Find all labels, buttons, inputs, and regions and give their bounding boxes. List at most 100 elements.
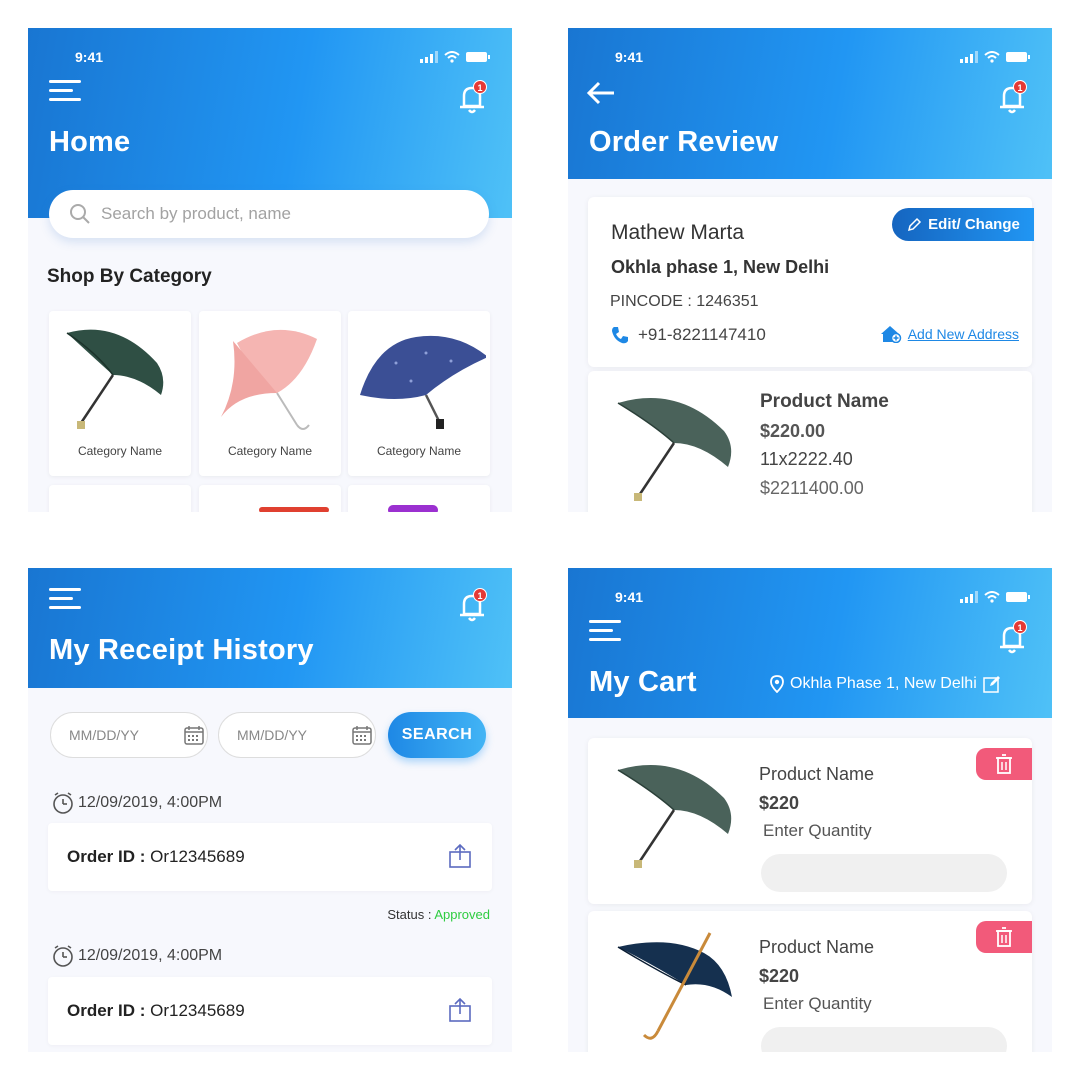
notification-bell-icon[interactable]: 1 bbox=[454, 588, 490, 624]
location-pin-icon bbox=[770, 675, 784, 693]
category-card[interactable] bbox=[348, 485, 490, 512]
page-title: Home bbox=[49, 126, 131, 158]
share-icon[interactable] bbox=[448, 997, 472, 1023]
address-line: Okhla phase 1, New Delhi bbox=[611, 257, 830, 277]
edit-change-label: Edit/ Change bbox=[928, 216, 1020, 233]
delete-item-button[interactable] bbox=[976, 748, 1032, 780]
order-id-row: Order ID : Or12345689 bbox=[67, 847, 245, 867]
edit-location-icon[interactable] bbox=[983, 675, 1001, 693]
notification-bell-icon[interactable]: 1 bbox=[994, 620, 1030, 656]
search-input[interactable] bbox=[101, 204, 461, 224]
share-icon[interactable] bbox=[448, 843, 472, 869]
product-price: $220.00 bbox=[760, 421, 826, 441]
clock-icon bbox=[53, 945, 73, 967]
notification-bell-icon[interactable]: 1 bbox=[994, 80, 1030, 116]
category-label: Category Name bbox=[227, 444, 313, 458]
category-image-partial bbox=[388, 505, 438, 512]
home-screen: 9:41 1 Home Shop By Category Category Na… bbox=[28, 28, 512, 512]
umbrella-product-image bbox=[617, 397, 732, 501]
delivery-location[interactable]: Okhla Phase 1, New Delhi bbox=[770, 675, 1001, 693]
dark-green-umbrella-icon bbox=[66, 329, 164, 429]
notification-bell-icon[interactable]: 1 bbox=[454, 80, 490, 116]
product-price: $220 bbox=[759, 793, 800, 813]
order-id-label: Order ID : bbox=[67, 847, 146, 866]
receipt-datetime: 12/09/2019, 4:00PM bbox=[52, 792, 222, 814]
order-id-label: Order ID : bbox=[67, 1001, 146, 1020]
location-text: Okhla Phase 1, New Delhi bbox=[790, 675, 977, 692]
receipt-card[interactable]: Order ID : Or12345689 bbox=[48, 823, 492, 891]
home-add-icon bbox=[880, 326, 901, 343]
battery-icon bbox=[1006, 592, 1030, 602]
receipt-history-screen: 1 My Receipt History SEARCH 12/09/2019, … bbox=[28, 568, 512, 1052]
quantity-input[interactable] bbox=[761, 854, 1007, 892]
delete-item-button[interactable] bbox=[976, 921, 1032, 953]
pencil-icon bbox=[908, 217, 922, 231]
notification-badge: 1 bbox=[473, 80, 487, 94]
phone-icon bbox=[612, 327, 628, 344]
trash-icon bbox=[996, 927, 1012, 947]
wifi-icon bbox=[984, 591, 1000, 603]
receipt-datetime-text: 12/09/2019, 4:00PM bbox=[78, 947, 223, 964]
menu-icon[interactable] bbox=[49, 80, 81, 106]
phone-number: +91-8221147410 bbox=[638, 325, 766, 344]
search-button[interactable]: SEARCH bbox=[388, 712, 486, 758]
status-icons bbox=[420, 51, 490, 63]
address-card: Edit/ Change Mathew Marta Okhla phase 1,… bbox=[588, 197, 1034, 367]
product-card: Product Name $220.00 11x2222.40 $2211400… bbox=[588, 371, 1032, 512]
from-date-input[interactable] bbox=[69, 727, 174, 743]
add-new-address-link[interactable]: Add New Address bbox=[880, 325, 1019, 343]
calendar-icon[interactable] bbox=[184, 725, 204, 745]
blue-umbrella-icon bbox=[360, 335, 486, 429]
order-review-screen: 9:41 1 Order Review Edit/ Change Mathew … bbox=[568, 28, 1052, 512]
notification-badge: 1 bbox=[1013, 80, 1027, 94]
from-date-field[interactable] bbox=[50, 712, 208, 758]
status-time: 9:41 bbox=[615, 49, 644, 65]
order-review-header: 9:41 1 Order Review bbox=[568, 28, 1052, 179]
signal-icon bbox=[960, 51, 978, 63]
page-title: Order Review bbox=[589, 126, 779, 158]
category-card[interactable]: Category Name bbox=[348, 311, 490, 476]
product-quantity: 11x2222.40 bbox=[760, 449, 853, 469]
search-bar[interactable] bbox=[49, 190, 489, 238]
wifi-icon bbox=[444, 51, 460, 63]
navy-umbrella-product-image bbox=[617, 932, 732, 1040]
to-date-field[interactable] bbox=[218, 712, 376, 758]
wifi-icon bbox=[984, 51, 1000, 63]
signal-icon bbox=[420, 51, 438, 63]
notification-badge: 1 bbox=[1013, 620, 1027, 634]
receipt-card[interactable]: Order ID : Or12345689 bbox=[48, 977, 492, 1045]
product-name: Product Name bbox=[760, 391, 889, 412]
clock-icon bbox=[53, 792, 73, 814]
add-new-address-label: Add New Address bbox=[907, 326, 1019, 342]
back-arrow-icon[interactable] bbox=[586, 80, 616, 106]
product-name: Product Name bbox=[759, 764, 875, 784]
to-date-input[interactable] bbox=[237, 727, 342, 743]
category-card[interactable]: Category Name bbox=[199, 311, 341, 476]
notification-badge: 1 bbox=[473, 588, 487, 602]
category-card[interactable] bbox=[49, 485, 191, 512]
category-card[interactable]: Category Name bbox=[49, 311, 191, 476]
menu-icon[interactable] bbox=[589, 620, 621, 646]
status-time: 9:41 bbox=[75, 49, 104, 65]
edit-change-button[interactable]: Edit/ Change bbox=[892, 208, 1034, 241]
order-id-row: Order ID : Or12345689 bbox=[67, 1001, 245, 1021]
search-icon bbox=[70, 204, 90, 224]
quantity-input[interactable] bbox=[761, 1027, 1007, 1052]
umbrella-product-image bbox=[617, 764, 732, 868]
cart-item-card: Product Name $220 Enter Quantity bbox=[588, 738, 1032, 904]
category-image-partial bbox=[259, 507, 329, 512]
category-label: Category Name bbox=[376, 444, 462, 458]
cart-screen: 9:41 1 My Cart Okhla Phase 1, New Delhi bbox=[568, 568, 1052, 1052]
receipt-datetime: 12/09/2019, 4:00PM bbox=[52, 945, 222, 967]
section-title: Shop By Category bbox=[47, 266, 212, 287]
status-row: Status : Approved bbox=[387, 907, 490, 922]
product-price: $220 bbox=[759, 966, 800, 986]
battery-icon bbox=[1006, 52, 1030, 62]
quantity-label: Enter Quantity bbox=[763, 994, 872, 1013]
signal-icon bbox=[960, 591, 978, 603]
calendar-icon[interactable] bbox=[352, 725, 372, 745]
battery-icon bbox=[466, 52, 490, 62]
category-card[interactable] bbox=[199, 485, 341, 512]
status-badge: Approved bbox=[434, 907, 490, 922]
menu-icon[interactable] bbox=[49, 588, 81, 614]
